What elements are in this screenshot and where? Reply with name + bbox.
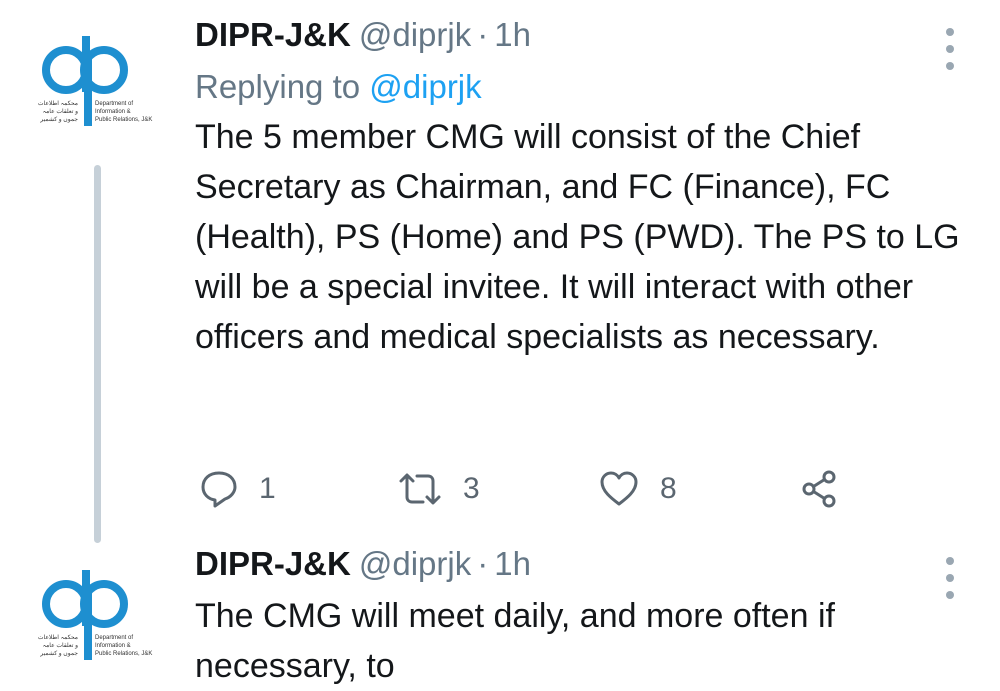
logo-text-line: Department of (95, 635, 133, 641)
logo-urdu-line: محکمہ اطلاعات (38, 634, 78, 641)
replying-to-mention[interactable]: @diprjk (369, 68, 481, 105)
logo-text-line: Department of (95, 101, 133, 107)
logo-urdu-line: جموں و کشمیر (39, 650, 78, 657)
share-icon (802, 470, 836, 508)
tweet[interactable]: DIPR-J&K @diprjk · 1h The CMG will meet … (195, 545, 960, 691)
timestamp[interactable]: 1h (494, 16, 531, 54)
retweet-button[interactable]: 3 (397, 469, 480, 509)
replying-to-label: Replying to (195, 68, 361, 105)
reply-button[interactable]: 1 (199, 469, 276, 509)
reply-count: 1 (259, 472, 276, 505)
logo-urdu-line: و تعلقات عامہ (43, 642, 79, 649)
tweet-text: The 5 member CMG will consist of the Chi… (195, 118, 960, 356)
logo-urdu-line: جموں و کشمیر (39, 116, 78, 123)
timestamp[interactable]: 1h (494, 545, 531, 583)
logo-urdu-line: محکمہ اطلاعات (38, 100, 78, 107)
tweet-header: DIPR-J&K @diprjk · 1h (195, 545, 960, 591)
more-options-icon[interactable] (940, 557, 960, 599)
separator-dot: · (477, 545, 489, 582)
user-handle[interactable]: @diprjk (359, 545, 471, 583)
logo-text-line: Information & (95, 643, 131, 649)
tweet-header: DIPR-J&K @diprjk · 1h (195, 16, 960, 62)
like-count: 8 (660, 472, 677, 505)
logo-urdu-line: و تعلقات عامہ (43, 108, 79, 115)
reply-icon (201, 471, 237, 508)
logo-text-line: Information & (95, 109, 131, 115)
retweet-icon (399, 473, 441, 505)
share-button[interactable] (800, 469, 840, 509)
thread-connector-line (94, 165, 101, 543)
avatar[interactable]: Department of Information & Public Relat… (32, 566, 162, 666)
separator-dot: · (477, 16, 489, 53)
logo-text-line: Public Relations, J&K (95, 117, 152, 123)
display-name[interactable]: DIPR-J&K (195, 545, 351, 583)
more-options-icon[interactable] (940, 28, 960, 70)
user-handle[interactable]: @diprjk (359, 16, 471, 54)
heart-icon (600, 471, 638, 506)
tweet-actions: 1 3 8 (195, 464, 875, 514)
tweet-text: The CMG will meet daily, and more often … (195, 597, 835, 685)
tweet[interactable]: DIPR-J&K @diprjk · 1h Replying to @diprj… (195, 16, 960, 508)
like-button[interactable]: 8 (598, 469, 677, 509)
display-name[interactable]: DIPR-J&K (195, 16, 351, 54)
avatar[interactable]: Department of Information & Public Relat… (32, 32, 162, 132)
replying-to: Replying to @diprjk (195, 62, 960, 112)
dipr-logo-icon: Department of Information & Public Relat… (38, 570, 152, 660)
logo-text-line: Public Relations, J&K (95, 651, 152, 657)
retweet-count: 3 (463, 472, 480, 505)
dipr-logo-icon: Department of Information & Public Relat… (38, 36, 152, 126)
